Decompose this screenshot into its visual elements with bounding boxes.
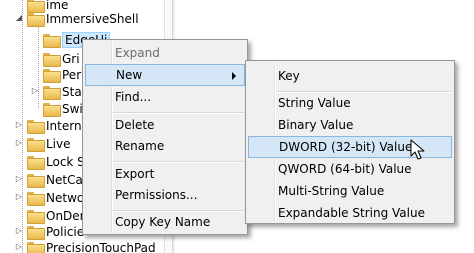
folder-icon: [27, 225, 45, 240]
folder-icon: [43, 52, 61, 67]
submenu-arrow-icon: [232, 72, 236, 80]
menu-item-string-value[interactable]: String Value: [248, 92, 452, 114]
menu-item-export[interactable]: Export: [85, 163, 245, 185]
menu-item-label: String Value: [278, 96, 351, 110]
tree-node-netcache[interactable]: ▷ NetCac: [16, 170, 89, 189]
menu-item-delete[interactable]: Delete: [85, 114, 245, 136]
tree-connector: [38, 26, 39, 108]
tree-node-live[interactable]: ▷ Live: [16, 134, 71, 153]
mouse-pointer-icon: [410, 139, 425, 160]
menu-item-label: Export: [115, 167, 155, 181]
folder-icon: [27, 12, 45, 27]
menu-item-label: Copy Key Name: [115, 215, 211, 229]
tree-node-label: ImmersiveShell: [46, 11, 139, 26]
tree-node-immersiveshell[interactable]: ◢ ImmersiveShell: [16, 9, 139, 28]
tree-node-label: PrecisionTouchPad: [46, 240, 156, 253]
tree-node-label: Swi: [62, 101, 83, 116]
menu-item-label: QWORD (64-bit) Value: [278, 162, 412, 176]
menu-item-label: Expand: [115, 46, 160, 60]
folder-icon: [27, 137, 45, 152]
folder-icon: [43, 102, 61, 117]
expand-icon[interactable]: ▷: [15, 193, 23, 201]
tree-node-label: Policie: [46, 224, 85, 239]
menu-item-label: Permissions...: [115, 188, 198, 202]
folder-icon: [27, 173, 45, 188]
tree-node-label: Live: [46, 136, 71, 151]
menu-item-find[interactable]: Find...: [85, 86, 245, 108]
menu-item-label: New: [116, 68, 143, 82]
menu-item-expandable-string-value[interactable]: Expandable String Value: [248, 202, 452, 224]
tree-node-label: Netwo: [46, 190, 85, 205]
folder-icon: [27, 155, 45, 170]
context-menu: Expand New Find... Delete Rename Export …: [82, 39, 248, 235]
menu-item-expand[interactable]: Expand: [85, 42, 245, 64]
folder-icon: [27, 191, 45, 206]
menu-item-key[interactable]: Key: [248, 65, 452, 87]
menu-item-label: Binary Value: [278, 118, 354, 132]
menu-item-label: Key: [278, 69, 300, 83]
menu-item-label: Multi-String Value: [278, 184, 385, 198]
tree-node-internet[interactable]: ▷ Interne: [16, 116, 89, 135]
folder-icon: [27, 241, 45, 253]
expand-icon[interactable]: ▷: [15, 121, 23, 129]
menu-item-label: Expandable String Value: [278, 206, 425, 220]
menu-item-new[interactable]: New: [85, 64, 245, 86]
expand-icon[interactable]: ▷: [31, 87, 39, 95]
tree-node-label: Sta: [62, 84, 82, 99]
expand-icon[interactable]: ▷: [15, 175, 23, 183]
expand-icon[interactable]: ▷: [15, 139, 23, 147]
folder-icon: [27, 209, 45, 224]
menu-item-label: Delete: [115, 118, 155, 132]
menu-item-qword-value[interactable]: QWORD (64-bit) Value: [248, 158, 452, 180]
tree-node-network[interactable]: ▷ Netwo: [16, 188, 85, 207]
menu-item-multi-string-value[interactable]: Multi-String Value: [248, 180, 452, 202]
menu-item-copy-key-name[interactable]: Copy Key Name: [85, 211, 245, 233]
folder-icon: [43, 33, 61, 48]
menu-item-label: DWORD (32-bit) Value: [279, 140, 413, 154]
tree-node-precisiontouchpad[interactable]: ▷ PrecisionTouchPad: [16, 238, 156, 253]
menu-item-binary-value[interactable]: Binary Value: [248, 114, 452, 136]
folder-icon: [43, 85, 61, 100]
tree-node-label: Per: [62, 67, 82, 82]
tree-node-label: Gri: [62, 51, 80, 66]
folder-icon: [43, 68, 61, 83]
menu-item-label: Rename: [115, 139, 165, 153]
expand-icon[interactable]: ▷: [15, 243, 23, 251]
expand-icon[interactable]: ▷: [15, 227, 23, 235]
folder-icon: [27, 119, 45, 134]
menu-item-permissions[interactable]: Permissions...: [85, 184, 245, 206]
collapse-icon[interactable]: ◢: [15, 14, 23, 22]
menu-item-rename[interactable]: Rename: [85, 135, 245, 157]
menu-item-label: Find...: [115, 90, 152, 104]
